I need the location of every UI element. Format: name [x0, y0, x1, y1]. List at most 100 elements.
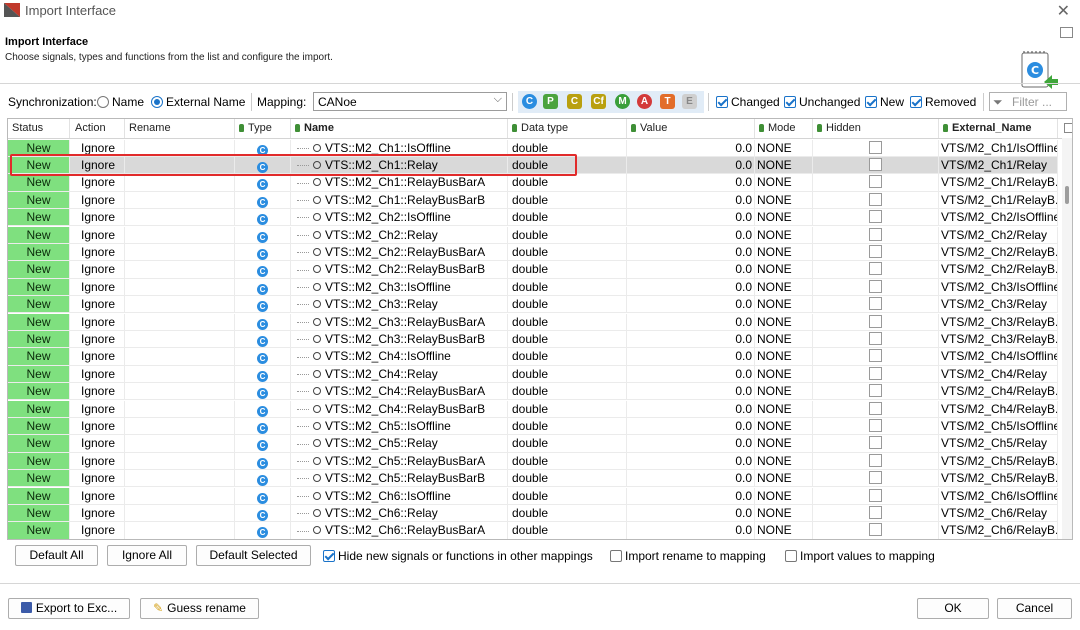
action-cell[interactable]: Ignore: [70, 400, 125, 418]
hidden-checkbox[interactable]: [869, 505, 882, 519]
name-cell[interactable]: VTS::M2_Ch1::RelayBusBarA: [291, 174, 508, 192]
hidden-checkbox[interactable]: [869, 175, 882, 189]
hidden-checkbox[interactable]: [869, 157, 882, 171]
hidden-checkbox[interactable]: [869, 279, 882, 293]
table-row[interactable]: New Ignore C VTS::M2_Ch3::RelayBusBarA doubl…: [8, 313, 1058, 331]
filter-a-icon[interactable]: A: [637, 94, 652, 109]
default-all-button[interactable]: Default All: [15, 545, 98, 566]
external-name-cell[interactable]: VTS/M2_Ch2/Relay: [939, 226, 1058, 244]
status-cell[interactable]: New: [8, 522, 70, 539]
value-cell[interactable]: 0.0: [627, 365, 755, 384]
rename-cell[interactable]: [125, 383, 235, 401]
checkbox-checked[interactable]: [910, 96, 922, 108]
external-name-cell[interactable]: VTS/M2_Ch5/RelayB...: [939, 470, 1058, 488]
status-cell[interactable]: New: [8, 365, 70, 384]
col-type[interactable]: Type: [235, 119, 291, 138]
column-chooser-icon[interactable]: [1064, 123, 1072, 133]
value-cell[interactable]: 0.0: [627, 487, 755, 505]
status-cell[interactable]: New: [8, 452, 70, 471]
hidden-checkbox[interactable]: [869, 297, 882, 311]
name-cell[interactable]: VTS::M2_Ch6::Relay: [291, 504, 508, 523]
value-cell[interactable]: 0.0: [627, 452, 755, 471]
status-cell[interactable]: New: [8, 243, 70, 262]
hidden-checkbox[interactable]: [869, 401, 882, 415]
checkbox-checked[interactable]: [784, 96, 796, 108]
external-name-cell[interactable]: VTS/M2_Ch2/IsOffline: [939, 209, 1058, 227]
mode-cell[interactable]: NONE: [755, 400, 813, 418]
status-cell[interactable]: New: [8, 191, 70, 210]
name-cell[interactable]: VTS::M2_Ch3::RelayBusBarB: [291, 330, 508, 349]
rename-cell[interactable]: [125, 191, 235, 210]
table-row[interactable]: New Ignore C VTS::M2_Ch1::RelayBusBarB doubl…: [8, 191, 1058, 210]
filter-c-yellow-icon[interactable]: C: [567, 94, 582, 109]
name-cell[interactable]: VTS::M2_Ch1::RelayBusBarB: [291, 191, 508, 210]
rename-cell[interactable]: [125, 278, 235, 297]
action-cell[interactable]: Ignore: [70, 504, 125, 523]
name-cell[interactable]: VTS::M2_Ch4::RelayBusBarA: [291, 383, 508, 401]
filter-m-icon[interactable]: M: [615, 94, 630, 109]
rename-cell[interactable]: [125, 209, 235, 227]
hidden-checkbox[interactable]: [869, 384, 882, 398]
rename-cell[interactable]: [125, 330, 235, 349]
hidden-checkbox[interactable]: [869, 523, 882, 537]
value-cell[interactable]: 0.0: [627, 139, 755, 157]
external-name-cell[interactable]: VTS/M2_Ch5/IsOffline: [939, 417, 1058, 436]
rename-cell[interactable]: [125, 226, 235, 244]
action-cell[interactable]: Ignore: [70, 209, 125, 227]
filter-removed-checkbox[interactable]: Removed: [910, 91, 976, 113]
sync-name-radio[interactable]: Name: [97, 91, 144, 113]
col-data-type[interactable]: Data type: [508, 119, 627, 138]
external-name-cell[interactable]: VTS/M2_Ch5/Relay: [939, 435, 1058, 453]
status-cell[interactable]: New: [8, 296, 70, 314]
action-cell[interactable]: Ignore: [70, 191, 125, 210]
table-row[interactable]: New Ignore C VTS::M2_Ch4::RelayBusBarA doubl…: [8, 383, 1058, 401]
action-cell[interactable]: Ignore: [70, 330, 125, 349]
status-cell[interactable]: New: [8, 470, 70, 488]
mode-cell[interactable]: NONE: [755, 243, 813, 262]
table-row[interactable]: New Ignore C VTS::M2_Ch6::IsOffline double 0.…: [8, 487, 1058, 505]
external-name-cell[interactable]: VTS/M2_Ch2/RelayB...: [939, 243, 1058, 262]
table-row[interactable]: New Ignore C VTS::M2_Ch3::RelayBusBarB doubl…: [8, 330, 1058, 349]
hidden-checkbox[interactable]: [869, 488, 882, 502]
name-cell[interactable]: VTS::M2_Ch2::RelayBusBarA: [291, 243, 508, 262]
external-name-cell[interactable]: VTS/M2_Ch3/Relay: [939, 296, 1058, 314]
table-row[interactable]: New Ignore C VTS::M2_Ch2::RelayBusBarB doubl…: [8, 261, 1058, 279]
mode-cell[interactable]: NONE: [755, 417, 813, 436]
action-cell[interactable]: Ignore: [70, 435, 125, 453]
action-cell[interactable]: Ignore: [70, 243, 125, 262]
value-cell[interactable]: 0.0: [627, 470, 755, 488]
mode-cell[interactable]: NONE: [755, 330, 813, 349]
value-cell[interactable]: 0.0: [627, 313, 755, 331]
cancel-button[interactable]: Cancel: [997, 598, 1072, 619]
hidden-checkbox[interactable]: [869, 262, 882, 276]
action-cell[interactable]: Ignore: [70, 487, 125, 505]
hide-new-checkbox[interactable]: Hide new signals or functions in other m…: [323, 549, 593, 564]
action-cell[interactable]: Ignore: [70, 278, 125, 297]
hidden-checkbox[interactable]: [869, 314, 882, 328]
table-row[interactable]: New Ignore C VTS::M2_Ch5::RelayBusBarA doubl…: [8, 452, 1058, 471]
value-cell[interactable]: 0.0: [627, 243, 755, 262]
rename-cell[interactable]: [125, 348, 235, 366]
ignore-all-button[interactable]: Ignore All: [107, 545, 187, 566]
value-cell[interactable]: 0.0: [627, 348, 755, 366]
rename-cell[interactable]: [125, 365, 235, 384]
col-external-name[interactable]: External_Name: [939, 119, 1058, 138]
status-cell[interactable]: New: [8, 261, 70, 279]
hidden-checkbox[interactable]: [869, 227, 882, 241]
action-cell[interactable]: Ignore: [70, 174, 125, 192]
table-row[interactable]: New Ignore C VTS::M2_Ch5::RelayBusBarB doubl…: [8, 470, 1058, 488]
external-name-cell[interactable]: VTS/M2_Ch3/RelayB...: [939, 313, 1058, 331]
mode-cell[interactable]: NONE: [755, 504, 813, 523]
mode-cell[interactable]: NONE: [755, 470, 813, 488]
external-name-cell[interactable]: VTS/M2_Ch3/RelayB...: [939, 330, 1058, 349]
status-cell[interactable]: New: [8, 226, 70, 244]
rename-cell[interactable]: [125, 313, 235, 331]
filter-p-icon[interactable]: P: [543, 94, 558, 109]
table-row[interactable]: New Ignore C VTS::M2_Ch5::IsOffline double 0.…: [8, 417, 1058, 436]
external-name-cell[interactable]: VTS/M2_Ch1/RelayB...: [939, 174, 1058, 192]
status-cell[interactable]: New: [8, 348, 70, 366]
external-name-cell[interactable]: VTS/M2_Ch6/IsOffline: [939, 487, 1058, 505]
status-cell[interactable]: New: [8, 278, 70, 297]
action-cell[interactable]: Ignore: [70, 522, 125, 539]
mapping-select[interactable]: CANoe ⌵: [313, 92, 507, 111]
